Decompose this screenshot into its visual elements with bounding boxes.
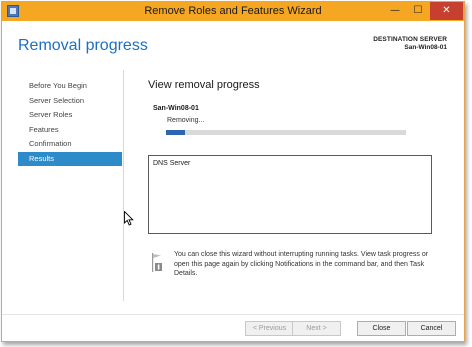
maximize-icon[interactable]: ☐ — [407, 2, 429, 20]
results-list[interactable]: DNS Server — [148, 155, 432, 234]
progress-server-name: San-Win08-01 — [153, 105, 199, 112]
nav-item-results[interactable]: Results — [18, 151, 122, 166]
nav-item-features[interactable]: Features — [18, 123, 122, 138]
mouse-cursor-icon — [124, 211, 134, 226]
previous-button[interactable]: < Previous — [245, 321, 294, 336]
info-message: You can close this wizard without interr… — [174, 251, 429, 277]
flag-info-icon — [152, 253, 162, 272]
close-icon[interactable]: ✕ — [430, 2, 463, 20]
nav-item-confirmation[interactable]: Confirmation — [18, 137, 122, 152]
progress-bar-fill — [166, 130, 186, 135]
result-item: DNS Server — [153, 160, 191, 167]
destination-server-name: San-Win08-01 — [404, 44, 447, 51]
close-button[interactable]: Close — [357, 321, 406, 336]
nav-item-server-roles[interactable]: Server Roles — [18, 108, 122, 123]
destination-server-label: DESTINATION SERVER — [373, 36, 447, 43]
next-button[interactable]: Next > — [292, 321, 341, 336]
section-title: View removal progress — [148, 79, 260, 91]
wizard-window: Remove Roles and Features Wizard — ☐ ✕ R… — [1, 1, 465, 342]
progress-bar — [166, 130, 406, 135]
nav-divider — [123, 70, 124, 301]
cancel-button[interactable]: Cancel — [407, 321, 456, 336]
nav-item-server-selection[interactable]: Server Selection — [18, 94, 122, 109]
footer-divider — [2, 314, 464, 315]
nav-item-before-you-begin[interactable]: Before You Begin — [18, 79, 122, 94]
minimize-icon[interactable]: — — [384, 2, 406, 20]
wizard-nav: Before You Begin Server Selection Server… — [18, 79, 122, 166]
title-bar[interactable]: Remove Roles and Features Wizard — ☐ ✕ — [2, 2, 464, 21]
page-title: Removal progress — [18, 37, 148, 54]
progress-status: Removing... — [167, 117, 205, 124]
